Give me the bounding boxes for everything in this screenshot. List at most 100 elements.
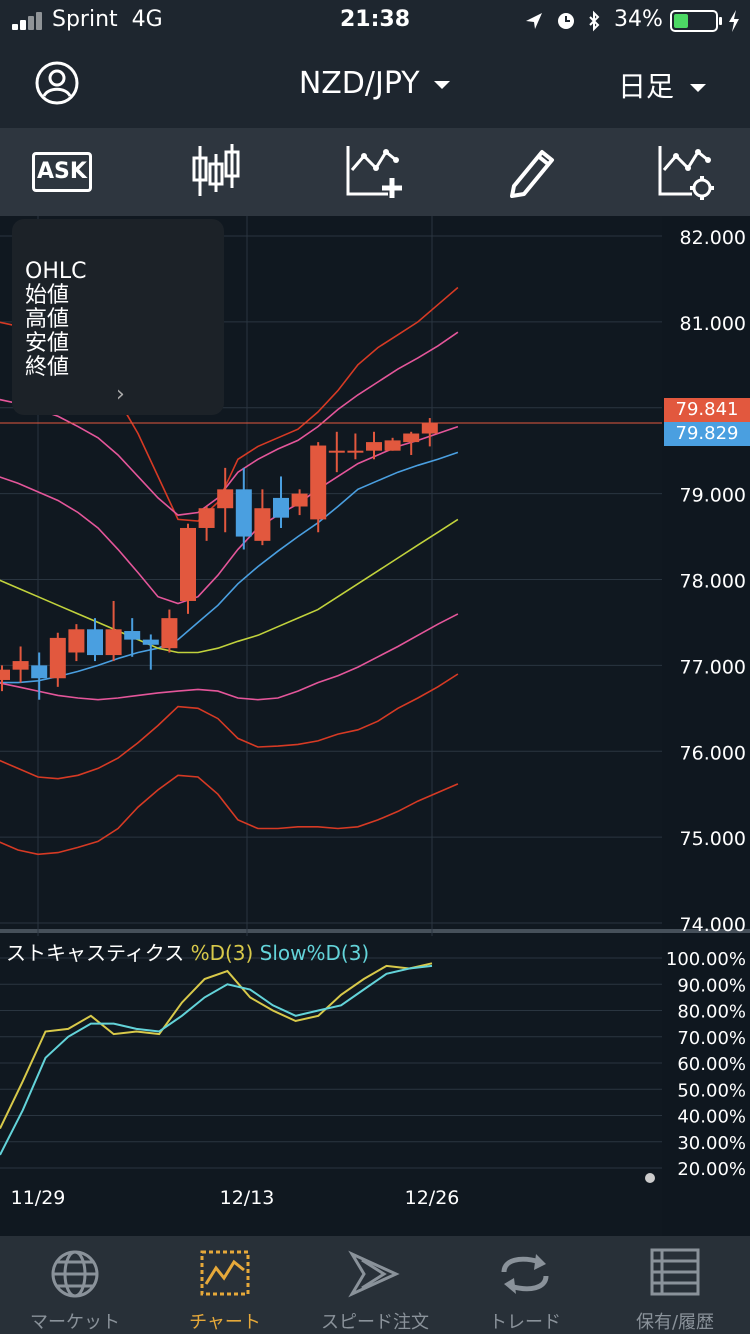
tab-speed-order[interactable]: スピード注文	[300, 1236, 450, 1334]
y-tick-label: 75.000	[680, 828, 746, 850]
ask-price-tag: 79.841	[664, 398, 750, 422]
y-tick-label: 60.00%	[677, 1054, 746, 1075]
y-tick-label: 79.000	[680, 485, 746, 507]
x-tick-label: 12/26	[405, 1187, 460, 1209]
candlestick-button[interactable]	[176, 138, 256, 204]
add-indicator-icon	[346, 146, 402, 198]
y-tick-label: 70.00%	[677, 1028, 746, 1049]
ohlc-panel[interactable]: OHLC 始値 高値 安値 終値 ›	[12, 219, 224, 415]
pencil-icon	[510, 150, 554, 198]
candle-body	[198, 508, 215, 528]
candle-body	[254, 508, 271, 541]
tab-label: チャート	[189, 1312, 261, 1333]
bid-price-tag: 79.829	[664, 422, 750, 446]
y-tick-label: 30.00%	[677, 1133, 746, 1154]
candle-body	[384, 440, 401, 451]
y-tick-label: 74.000	[680, 914, 746, 936]
chart-settings-icon	[658, 146, 714, 200]
tab-history[interactable]: 保有/履歴	[600, 1236, 750, 1334]
candle-body	[235, 489, 252, 537]
trade-icon	[501, 1254, 549, 1294]
candle-body	[142, 639, 159, 645]
candle-body	[49, 637, 66, 679]
chevron-right-icon[interactable]: ›	[116, 383, 125, 407]
legend-slow-d: Slow%D(3)	[259, 941, 370, 965]
y-tick-label: 81.000	[680, 313, 746, 335]
candle-body	[68, 629, 85, 653]
y-tick-label: 40.00%	[677, 1107, 746, 1128]
speed-order-icon	[348, 1250, 400, 1298]
alarm-icon	[558, 13, 574, 29]
candle-body	[180, 527, 196, 601]
x-tick-label: 11/29	[11, 1187, 66, 1209]
candle-body	[31, 665, 48, 679]
chevron-down-icon	[689, 84, 706, 92]
candle-body	[403, 433, 420, 443]
tab-chart[interactable]: チャート	[150, 1236, 300, 1334]
tab-label: マーケット	[30, 1312, 120, 1333]
candle-body	[217, 489, 234, 509]
draw-button[interactable]	[494, 138, 574, 204]
chart-settings-button[interactable]	[648, 138, 728, 204]
candle-body	[12, 661, 29, 670]
top-header: NZD/JPY 日足	[0, 40, 750, 128]
tab-trade[interactable]: トレード	[450, 1236, 600, 1334]
oscillator-bg	[0, 936, 662, 1171]
x-tick-label: 12/13	[220, 1187, 275, 1209]
status-icons	[526, 10, 600, 32]
ohlc-title: OHLC	[25, 259, 87, 284]
candle-body	[328, 450, 345, 453]
candle-body	[161, 618, 178, 649]
y-tick-label: 90.00%	[677, 975, 746, 996]
globe-icon	[51, 1250, 99, 1298]
chart-toolbar: ASK	[0, 128, 750, 216]
ask-toggle-button[interactable]: ASK	[28, 138, 108, 204]
legend-d: %D(3)	[190, 941, 254, 965]
scroll-indicator-dot	[645, 1173, 655, 1183]
tab-label: 保有/履歴	[635, 1312, 715, 1333]
battery-percent: 34%	[614, 7, 663, 32]
status-bar: Sprint 4G 21:38 34%	[0, 0, 750, 40]
bluetooth-icon	[589, 10, 600, 32]
add-indicator-button[interactable]	[336, 138, 416, 204]
ohlc-close-label: 終値	[25, 355, 70, 380]
candle-body	[310, 445, 327, 520]
y-tick-label: 76.000	[680, 742, 746, 764]
tab-label: トレード	[489, 1312, 561, 1333]
candle-body	[366, 442, 382, 451]
timeframe-label: 日足	[618, 70, 675, 103]
ohlc-open-label: 始値	[25, 283, 70, 308]
candle-body	[421, 423, 438, 434]
candle-body	[347, 450, 364, 453]
bottom-tab-bar: マーケット チャート スピード注文 トレード 保有/履歴	[0, 1236, 750, 1334]
ask-label: ASK	[32, 152, 92, 192]
y-tick-label: 82.000	[680, 227, 746, 249]
candle-body	[0, 669, 10, 680]
y-tick-label: 100.00%	[666, 949, 746, 970]
timeframe-selector[interactable]: 日足	[618, 65, 707, 105]
y-tick-label: 80.00%	[677, 1002, 746, 1023]
history-icon	[650, 1248, 700, 1296]
stochastic-legend: ストキャスティクス %D(3) Slow%D(3)	[6, 937, 369, 966]
tab-market[interactable]: マーケット	[0, 1236, 150, 1334]
ohlc-high-label: 高値	[25, 307, 70, 332]
chart-icon	[200, 1250, 250, 1296]
y-tick-label: 78.000	[680, 571, 746, 593]
candle-body	[124, 631, 141, 640]
currency-pair-label: NZD/JPY	[298, 66, 420, 101]
chevron-down-icon	[434, 80, 451, 89]
candle-body	[291, 493, 308, 507]
candlestick-icon	[192, 144, 240, 196]
y-tick-label: 20.00%	[677, 1159, 746, 1180]
battery-icon	[670, 10, 722, 32]
candle-body	[273, 497, 289, 518]
y-tick-label: 50.00%	[677, 1080, 746, 1101]
y-tick-label: 77.000	[680, 656, 746, 678]
stochastic-name: ストキャスティクス	[6, 941, 185, 965]
charging-icon	[729, 10, 739, 32]
tab-label: スピード注文	[321, 1312, 429, 1333]
ohlc-low-label: 安値	[25, 331, 70, 356]
candle-body	[105, 629, 122, 656]
location-icon	[526, 13, 542, 29]
candle-body	[87, 629, 103, 656]
